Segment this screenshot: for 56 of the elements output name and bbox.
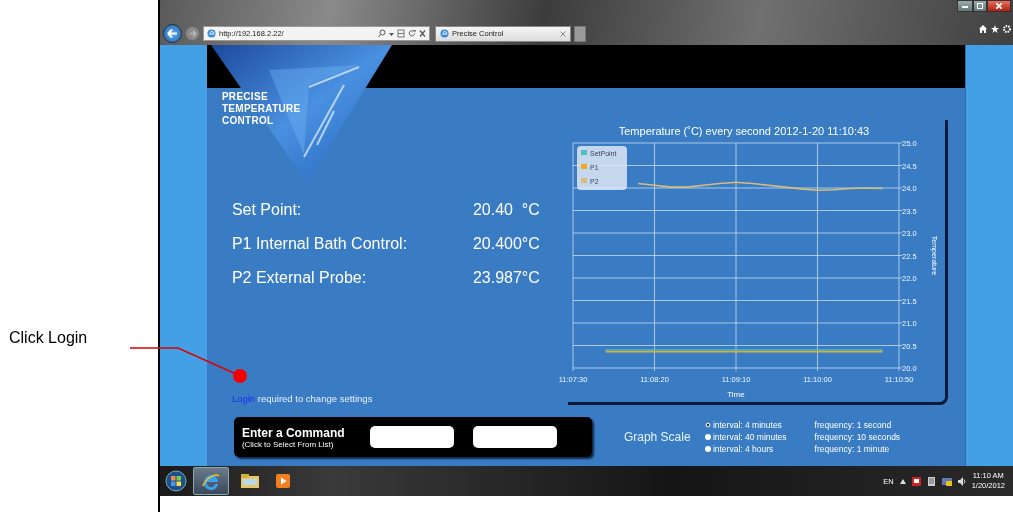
callout-text: Click Login	[9, 329, 88, 347]
interval-option[interactable]: interval: 4 hours	[712, 444, 774, 454]
interval-option[interactable]: interval: 4 minutes	[712, 420, 782, 430]
folder-icon	[240, 473, 260, 489]
login-notice: Login required to change settings	[231, 393, 374, 404]
reading-value: 23.987°C	[472, 269, 541, 287]
document-icon[interactable]	[926, 476, 936, 486]
back-arrow-icon	[167, 29, 178, 38]
maximize-button[interactable]	[973, 0, 987, 12]
star-icon[interactable]	[991, 25, 999, 33]
reading-value: 20.40 °C	[472, 201, 541, 219]
reading-label: P2 External Probe:	[231, 269, 368, 287]
command-field[interactable]	[369, 426, 454, 448]
page-icon	[440, 29, 449, 38]
frequency-label: frequency: 1 minute	[814, 444, 890, 454]
tray-arrow-icon[interactable]	[899, 478, 906, 484]
speaker-icon[interactable]	[957, 476, 966, 486]
refresh-icon[interactable]	[408, 29, 416, 38]
frequency-label: frequency: 10 seconds	[814, 432, 901, 442]
compatibility-icon[interactable]	[397, 29, 405, 38]
axis-title: Time	[727, 390, 745, 399]
search-icon[interactable]	[378, 29, 386, 38]
close-icon[interactable]	[560, 30, 566, 37]
close-icon	[996, 3, 1002, 9]
command-title: Enter a Command	[241, 425, 346, 440]
reading-value: 20.400°C	[472, 235, 541, 253]
forward-arrow-icon	[188, 30, 197, 37]
page-icon	[207, 29, 216, 38]
stop-icon[interactable]	[419, 29, 426, 38]
back-button[interactable]	[163, 24, 182, 43]
network-icon[interactable]	[941, 476, 952, 486]
command-field[interactable]	[472, 426, 557, 448]
start-button[interactable]	[165, 470, 187, 492]
logo-text: PRECISE TEMPERATURE CONTROL	[221, 91, 301, 127]
reading-label: P1 Internal Bath Control:	[231, 235, 409, 253]
reading-label: Set Point:	[231, 201, 303, 219]
radio-button[interactable]	[704, 446, 711, 452]
command-hint: (Click to Select From List)	[241, 439, 335, 449]
new-tab-button[interactable]	[574, 25, 586, 42]
maximize-icon	[977, 3, 983, 9]
close-button[interactable]	[987, 0, 1011, 12]
interval-option[interactable]: interval: 40 minutes	[712, 432, 787, 442]
frequency-label: frequency: 1 second	[814, 420, 892, 430]
flag-icon[interactable]	[911, 476, 921, 486]
radio-button[interactable]	[704, 422, 711, 428]
chart-title: Temperature (˚C) every second 2012-1-20 11:10:43	[618, 125, 870, 137]
minimize-icon	[962, 4, 968, 8]
forward-button[interactable]	[185, 26, 200, 41]
chart-legend	[576, 146, 627, 190]
minimize-button[interactable]	[957, 0, 973, 12]
media-player-icon	[276, 474, 290, 488]
home-icon[interactable]	[979, 25, 987, 33]
graph-scale-label: Graph Scale	[623, 430, 692, 444]
settings-icon[interactable]	[1003, 25, 1011, 33]
browser-icon	[201, 472, 221, 490]
radio-button[interactable]	[704, 434, 711, 440]
